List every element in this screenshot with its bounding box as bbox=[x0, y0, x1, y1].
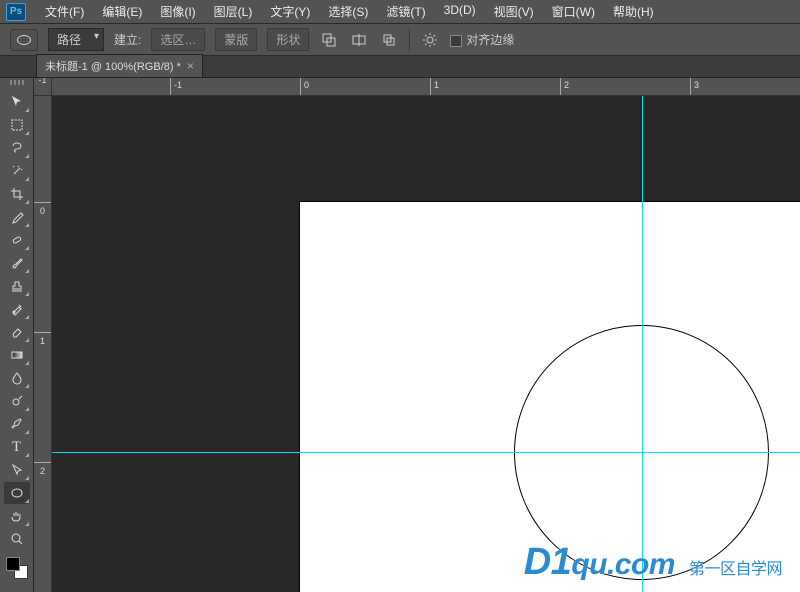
canvas-area: -101234 -10123 D1qu.com 第一区自学网 bbox=[34, 78, 800, 592]
ellipse-tool[interactable] bbox=[4, 482, 30, 504]
path-op-icon[interactable] bbox=[319, 30, 339, 50]
stamp-tool[interactable] bbox=[4, 275, 30, 297]
watermark: D1qu.com 第一区自学网 bbox=[524, 541, 782, 584]
menu-帮助[interactable]: 帮助(H) bbox=[604, 3, 663, 20]
menu-滤镜[interactable]: 滤镜(T) bbox=[377, 3, 434, 20]
eraser-tool[interactable] bbox=[4, 321, 30, 343]
crop-tool[interactable] bbox=[4, 183, 30, 205]
tab-title: 未标题-1 @ 100%(RGB/8) * bbox=[45, 58, 181, 74]
dodge-tool[interactable] bbox=[4, 390, 30, 412]
tool-palette: T bbox=[0, 78, 34, 592]
horizontal-guide[interactable] bbox=[52, 452, 800, 453]
document-tabs: 未标题-1 @ 100%(RGB/8) * × bbox=[0, 56, 800, 78]
make-mask-button[interactable]: 蒙版 bbox=[215, 28, 257, 51]
vertical-guide[interactable] bbox=[642, 96, 643, 592]
build-label: 建立: bbox=[114, 31, 141, 48]
menu-bar: Ps 文件(F)编辑(E)图像(I)图层(L)文字(Y)选择(S)滤镜(T)3D… bbox=[0, 0, 800, 24]
pen-tool[interactable] bbox=[4, 413, 30, 435]
menu-文件[interactable]: 文件(F) bbox=[36, 3, 93, 20]
document-tab[interactable]: 未标题-1 @ 100%(RGB/8) * × bbox=[36, 54, 203, 77]
menu-编辑[interactable]: 编辑(E) bbox=[93, 3, 151, 20]
ps-logo: Ps bbox=[6, 3, 26, 21]
menu-图层[interactable]: 图层(L) bbox=[205, 3, 262, 20]
divider bbox=[409, 29, 410, 51]
foreground-color[interactable] bbox=[6, 557, 20, 571]
close-icon[interactable]: × bbox=[187, 59, 194, 73]
align-edges-label: 对齐边缘 bbox=[466, 33, 514, 47]
menu-视图[interactable]: 视图(V) bbox=[485, 3, 543, 20]
mode-dropdown[interactable]: 路径 bbox=[48, 28, 104, 51]
menu-3D[interactable]: 3D(D) bbox=[435, 3, 485, 20]
type-tool[interactable]: T bbox=[4, 436, 30, 458]
color-swatches[interactable] bbox=[4, 555, 30, 581]
hand-tool[interactable] bbox=[4, 505, 30, 527]
path-arrange-icon[interactable] bbox=[379, 30, 399, 50]
path-select-tool[interactable] bbox=[4, 459, 30, 481]
make-shape-button[interactable]: 形状 bbox=[267, 28, 309, 51]
tool-preset-icon[interactable] bbox=[10, 29, 38, 51]
menu-窗口[interactable]: 窗口(W) bbox=[543, 3, 604, 20]
horizontal-ruler[interactable]: -101234 bbox=[52, 78, 800, 96]
lasso-tool[interactable] bbox=[4, 137, 30, 159]
make-selection-button[interactable]: 选区… bbox=[151, 28, 205, 51]
magic-wand-tool[interactable] bbox=[4, 160, 30, 182]
eyedropper-tool[interactable] bbox=[4, 206, 30, 228]
zoom-tool[interactable] bbox=[4, 528, 30, 550]
path-align-icon[interactable] bbox=[349, 30, 369, 50]
menu-文字[interactable]: 文字(Y) bbox=[261, 3, 319, 20]
palette-grip[interactable] bbox=[1, 80, 33, 88]
gradient-tool[interactable] bbox=[4, 344, 30, 366]
align-edges-checkbox[interactable]: 对齐边缘 bbox=[450, 31, 514, 48]
vertical-ruler[interactable]: -10123 bbox=[34, 96, 52, 592]
marquee-tool[interactable] bbox=[4, 114, 30, 136]
history-brush-tool[interactable] bbox=[4, 298, 30, 320]
heal-tool[interactable] bbox=[4, 229, 30, 251]
brush-tool[interactable] bbox=[4, 252, 30, 274]
options-bar: 路径 建立: 选区… 蒙版 形状 对齐边缘 bbox=[0, 24, 800, 56]
menu-图像[interactable]: 图像(I) bbox=[151, 3, 204, 20]
move-tool[interactable] bbox=[4, 91, 30, 113]
menu-选择[interactable]: 选择(S) bbox=[319, 3, 377, 20]
blur-tool[interactable] bbox=[4, 367, 30, 389]
gear-icon[interactable] bbox=[420, 30, 440, 50]
